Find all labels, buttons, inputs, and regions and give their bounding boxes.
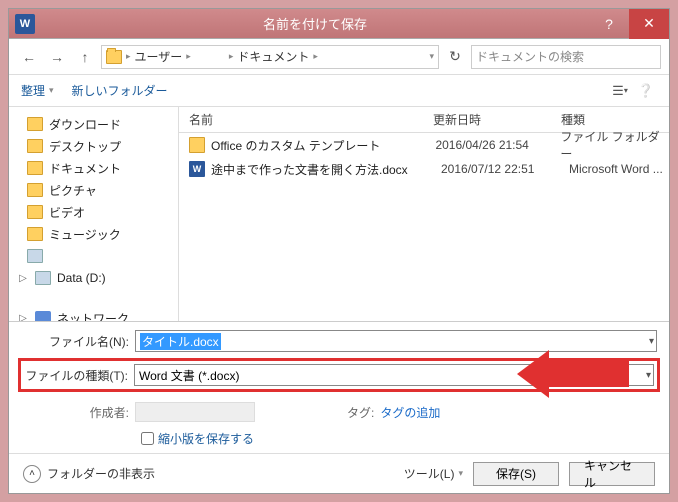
file-list: 名前 更新日時 種類 Office のカスタム テンプレート 2016/04/2… (179, 107, 669, 321)
dropdown-icon[interactable]: ▾ (429, 51, 434, 62)
toolbar: 整理 ▾ 新しいフォルダー ☰▾ ❔ (9, 75, 669, 107)
folder-icon (27, 139, 43, 153)
add-tag-link[interactable]: タグの追加 (380, 404, 440, 421)
up-button[interactable]: ↑ (73, 45, 97, 69)
chevron-down-icon: ▾ (49, 85, 54, 96)
file-row[interactable]: Office のカスタム テンプレート 2016/04/26 21:54 ファイ… (179, 133, 669, 157)
author-value[interactable] (135, 402, 255, 422)
folder-icon (27, 227, 43, 241)
folder-icon (27, 117, 43, 131)
word-app-icon: W (15, 14, 35, 34)
titlebar: W 名前を付けて保存 ? ✕ (9, 9, 669, 39)
author-label: 作成者: (21, 404, 129, 421)
back-button[interactable]: ← (17, 45, 41, 69)
tree-node-music[interactable]: ミュージック (9, 223, 178, 245)
cancel-button[interactable]: キャンセル (569, 462, 655, 486)
word-doc-icon: W (189, 161, 205, 177)
tag-label: タグ: (347, 404, 374, 421)
chevron-up-icon: ˄ (23, 465, 41, 483)
expand-icon[interactable]: ▷ (17, 273, 29, 284)
tree-node-documents[interactable]: ドキュメント (9, 157, 178, 179)
forward-button[interactable]: → (45, 45, 69, 69)
tree-node-downloads[interactable]: ダウンロード (9, 113, 178, 135)
help-button[interactable]: ? (589, 9, 629, 39)
filename-input[interactable]: タイトル.docx ▾ (135, 330, 657, 352)
filename-value: タイトル.docx (140, 333, 221, 350)
organize-button[interactable]: 整理 ▾ (21, 82, 54, 99)
drive-icon (35, 271, 51, 285)
filename-label: ファイル名(N): (21, 333, 129, 350)
hide-folders-button[interactable]: ˄ フォルダーの非表示 (23, 465, 155, 483)
search-input[interactable]: ドキュメントの検索 (471, 45, 661, 69)
tree-node-blank (9, 245, 178, 267)
breadcrumb-documents[interactable]: ドキュメント (237, 48, 309, 65)
close-button[interactable]: ✕ (629, 9, 669, 39)
tools-button[interactable]: ツール(L) ▾ (404, 465, 463, 482)
thumbnail-checkbox[interactable] (141, 432, 154, 445)
folder-icon (189, 137, 205, 153)
new-folder-button[interactable]: 新しいフォルダー (72, 82, 168, 99)
breadcrumb-users[interactable]: ユーザー (135, 48, 183, 65)
tree-node-pictures[interactable]: ピクチャ (9, 179, 178, 201)
network-icon (35, 311, 51, 321)
chevron-right-icon: ▸ (229, 51, 234, 62)
col-date[interactable]: 更新日時 (433, 111, 561, 128)
save-button[interactable]: 保存(S) (473, 462, 559, 486)
help-icon[interactable]: ❔ (635, 80, 657, 102)
chevron-down-icon[interactable]: ▾ (646, 370, 651, 381)
chevron-down-icon[interactable]: ▾ (649, 336, 654, 347)
chevron-down-icon: ▾ (458, 468, 463, 479)
filetype-value: Word 文書 (*.docx) (139, 367, 239, 384)
col-type[interactable]: 種類 (561, 111, 669, 128)
expand-icon[interactable]: ▷ (17, 313, 29, 322)
drive-icon (27, 249, 43, 263)
search-placeholder: ドキュメントの検索 (476, 48, 584, 65)
tree-node-network[interactable]: ▷ネットワーク (9, 307, 178, 321)
chevron-right-icon: ▸ (126, 51, 131, 62)
address-bar-row: ← → ↑ ▸ ユーザー ▸ ▸ ドキュメント ▸ ▾ ↻ ドキュメントの検索 (9, 39, 669, 75)
folder-icon (106, 50, 122, 64)
tree-node-videos[interactable]: ビデオ (9, 201, 178, 223)
dialog-title: 名前を付けて保存 (41, 14, 589, 33)
file-row[interactable]: W 途中まで作った文書を開く方法.docx 2016/07/12 22:51 M… (179, 157, 669, 181)
view-button[interactable]: ☰▾ (609, 80, 631, 102)
col-name[interactable]: 名前 (179, 111, 433, 128)
thumbnail-label: 縮小版を保存する (158, 430, 254, 447)
refresh-button[interactable]: ↻ (443, 45, 467, 69)
folder-icon (27, 205, 43, 219)
folder-icon (27, 183, 43, 197)
address-field[interactable]: ▸ ユーザー ▸ ▸ ドキュメント ▸ ▾ (101, 45, 439, 69)
chevron-right-icon: ▸ (186, 51, 191, 62)
tree-node-drive[interactable]: ▷Data (D:) (9, 267, 178, 289)
chevron-right-icon: ▸ (313, 51, 318, 62)
tree-node-desktop[interactable]: デスクトップ (9, 135, 178, 157)
folder-tree[interactable]: ダウンロード デスクトップ ドキュメント ピクチャ ビデオ ミュージック ▷Da… (9, 107, 179, 321)
filetype-select[interactable]: Word 文書 (*.docx) ▾ (134, 364, 654, 386)
folder-icon (27, 161, 43, 175)
filetype-label: ファイルの種類(T): (24, 367, 128, 384)
